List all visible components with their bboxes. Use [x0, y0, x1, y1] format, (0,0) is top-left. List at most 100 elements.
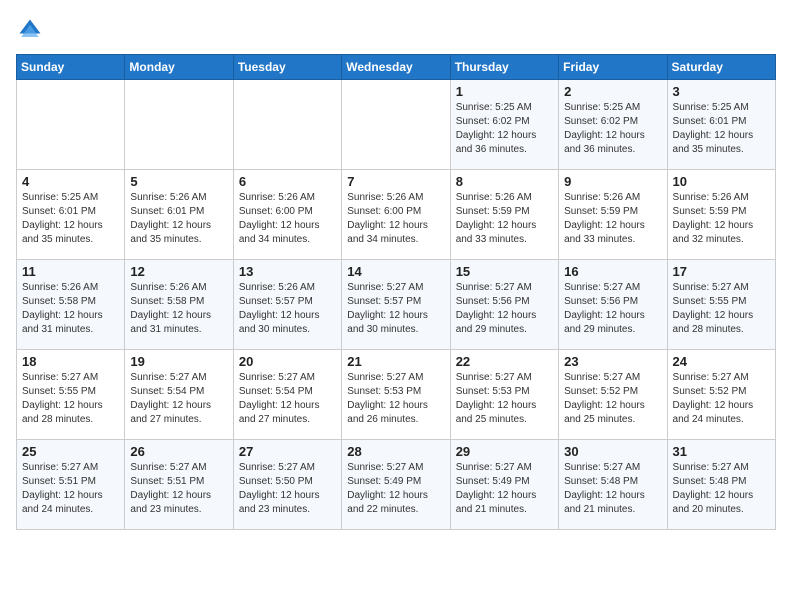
day-number: 14	[347, 264, 444, 279]
day-number: 23	[564, 354, 661, 369]
day-number: 25	[22, 444, 119, 459]
day-info: Sunrise: 5:25 AM Sunset: 6:02 PM Dayligh…	[456, 101, 553, 157]
header-cell-tuesday: Tuesday	[233, 55, 341, 80]
day-number: 21	[347, 354, 444, 369]
day-cell: 27Sunrise: 5:27 AM Sunset: 5:50 PM Dayli…	[233, 440, 341, 530]
day-number: 22	[456, 354, 553, 369]
day-number: 3	[673, 84, 770, 99]
day-cell: 22 Sunrise: 5:27 AM Sunset: 5:53 PM Dayli…	[450, 350, 558, 440]
day-cell	[233, 80, 341, 170]
day-cell	[342, 80, 450, 170]
day-cell: 1Sunrise: 5:25 AM Sunset: 6:02 PM Daylig…	[450, 80, 558, 170]
day-cell	[125, 80, 233, 170]
day-number: 31	[673, 444, 770, 459]
day-cell: 14 Sunrise: 5:27 AM Sunset: 5:57 PM Dayli…	[342, 260, 450, 350]
day-cell: 2 Sunrise: 5:25 AM Sunset: 6:02 PM Daylig…	[559, 80, 667, 170]
day-info: Sunrise: 5:27 AM Sunset: 5:52 PM Dayligh…	[564, 371, 661, 427]
day-number: 20	[239, 354, 336, 369]
day-info: Sunrise: 5:26 AM Sunset: 5:58 PM Dayligh…	[22, 281, 119, 337]
day-info: Sunrise: 5:26 AM Sunset: 6:00 PM Dayligh…	[347, 191, 444, 247]
day-number: 12	[130, 264, 227, 279]
week-row-3: 11 Sunrise: 5:26 AM Sunset: 5:58 PM Dayli…	[17, 260, 776, 350]
day-info: Sunrise: 5:27 AM Sunset: 5:51 PM Dayligh…	[22, 461, 119, 517]
day-cell: 25 Sunrise: 5:27 AM Sunset: 5:51 PM Dayli…	[17, 440, 125, 530]
day-cell: 9 Sunrise: 5:26 AM Sunset: 5:59 PM Daylig…	[559, 170, 667, 260]
logo	[16, 16, 48, 44]
week-row-2: 4 Sunrise: 5:25 AM Sunset: 6:01 PM Daylig…	[17, 170, 776, 260]
day-info: Sunrise: 5:27 AM Sunset: 5:48 PM Dayligh…	[564, 461, 661, 517]
day-cell: 29 Sunrise: 5:27 AM Sunset: 5:49 PM Dayli…	[450, 440, 558, 530]
header-row: SundayMondayTuesdayWednesdayThursdayFrid…	[17, 55, 776, 80]
day-number: 11	[22, 264, 119, 279]
day-info: Sunrise: 5:26 AM Sunset: 6:00 PM Dayligh…	[239, 191, 336, 247]
day-info: Sunrise: 5:26 AM Sunset: 5:59 PM Dayligh…	[456, 191, 553, 247]
day-info: Sunrise: 5:27 AM Sunset: 5:57 PM Dayligh…	[347, 281, 444, 337]
day-cell: 6 Sunrise: 5:26 AM Sunset: 6:00 PM Daylig…	[233, 170, 341, 260]
day-cell: 17 Sunrise: 5:27 AM Sunset: 5:55 PM Dayli…	[667, 260, 775, 350]
day-cell: 11 Sunrise: 5:26 AM Sunset: 5:58 PM Dayli…	[17, 260, 125, 350]
week-row-4: 18 Sunrise: 5:27 AM Sunset: 5:55 PM Dayli…	[17, 350, 776, 440]
header-cell-wednesday: Wednesday	[342, 55, 450, 80]
day-info: Sunrise: 5:27 AM Sunset: 5:51 PM Dayligh…	[130, 461, 227, 517]
day-cell: 28Sunrise: 5:27 AM Sunset: 5:49 PM Dayli…	[342, 440, 450, 530]
day-number: 13	[239, 264, 336, 279]
page-header	[16, 16, 776, 44]
day-cell	[17, 80, 125, 170]
day-cell: 16Sunrise: 5:27 AM Sunset: 5:56 PM Dayli…	[559, 260, 667, 350]
week-row-1: 1Sunrise: 5:25 AM Sunset: 6:02 PM Daylig…	[17, 80, 776, 170]
day-number: 26	[130, 444, 227, 459]
day-cell: 30 Sunrise: 5:27 AM Sunset: 5:48 PM Dayli…	[559, 440, 667, 530]
day-info: Sunrise: 5:26 AM Sunset: 6:01 PM Dayligh…	[130, 191, 227, 247]
day-info: Sunrise: 5:26 AM Sunset: 5:59 PM Dayligh…	[564, 191, 661, 247]
day-number: 17	[673, 264, 770, 279]
header-cell-thursday: Thursday	[450, 55, 558, 80]
day-number: 4	[22, 174, 119, 189]
day-info: Sunrise: 5:27 AM Sunset: 5:52 PM Dayligh…	[673, 371, 770, 427]
day-cell: 8 Sunrise: 5:26 AM Sunset: 5:59 PM Daylig…	[450, 170, 558, 260]
day-info: Sunrise: 5:25 AM Sunset: 6:01 PM Dayligh…	[22, 191, 119, 247]
day-info: Sunrise: 5:27 AM Sunset: 5:53 PM Dayligh…	[456, 371, 553, 427]
day-number: 6	[239, 174, 336, 189]
day-cell: 26 Sunrise: 5:27 AM Sunset: 5:51 PM Dayli…	[125, 440, 233, 530]
day-cell: 13 Sunrise: 5:26 AM Sunset: 5:57 PM Dayli…	[233, 260, 341, 350]
calendar-table: SundayMondayTuesdayWednesdayThursdayFrid…	[16, 54, 776, 530]
day-info: Sunrise: 5:26 AM Sunset: 5:59 PM Dayligh…	[673, 191, 770, 247]
day-number: 8	[456, 174, 553, 189]
day-cell: 7Sunrise: 5:26 AM Sunset: 6:00 PM Daylig…	[342, 170, 450, 260]
header-cell-saturday: Saturday	[667, 55, 775, 80]
day-cell: 31Sunrise: 5:27 AM Sunset: 5:48 PM Dayli…	[667, 440, 775, 530]
day-info: Sunrise: 5:26 AM Sunset: 5:58 PM Dayligh…	[130, 281, 227, 337]
day-info: Sunrise: 5:27 AM Sunset: 5:49 PM Dayligh…	[347, 461, 444, 517]
day-info: Sunrise: 5:25 AM Sunset: 6:02 PM Dayligh…	[564, 101, 661, 157]
day-number: 2	[564, 84, 661, 99]
day-number: 24	[673, 354, 770, 369]
day-info: Sunrise: 5:26 AM Sunset: 5:57 PM Dayligh…	[239, 281, 336, 337]
day-info: Sunrise: 5:27 AM Sunset: 5:54 PM Dayligh…	[130, 371, 227, 427]
day-number: 5	[130, 174, 227, 189]
day-number: 30	[564, 444, 661, 459]
day-number: 10	[673, 174, 770, 189]
day-cell: 23 Sunrise: 5:27 AM Sunset: 5:52 PM Dayli…	[559, 350, 667, 440]
header-cell-monday: Monday	[125, 55, 233, 80]
day-number: 19	[130, 354, 227, 369]
header-cell-sunday: Sunday	[17, 55, 125, 80]
day-info: Sunrise: 5:25 AM Sunset: 6:01 PM Dayligh…	[673, 101, 770, 157]
day-number: 29	[456, 444, 553, 459]
day-info: Sunrise: 5:27 AM Sunset: 5:56 PM Dayligh…	[564, 281, 661, 337]
day-cell: 10 Sunrise: 5:26 AM Sunset: 5:59 PM Dayli…	[667, 170, 775, 260]
day-cell: 21 Sunrise: 5:27 AM Sunset: 5:53 PM Dayli…	[342, 350, 450, 440]
day-number: 18	[22, 354, 119, 369]
day-info: Sunrise: 5:27 AM Sunset: 5:53 PM Dayligh…	[347, 371, 444, 427]
day-info: Sunrise: 5:27 AM Sunset: 5:56 PM Dayligh…	[456, 281, 553, 337]
day-info: Sunrise: 5:27 AM Sunset: 5:54 PM Dayligh…	[239, 371, 336, 427]
logo-icon	[16, 16, 44, 44]
day-cell: 20 Sunrise: 5:27 AM Sunset: 5:54 PM Dayli…	[233, 350, 341, 440]
day-cell: 24 Sunrise: 5:27 AM Sunset: 5:52 PM Dayli…	[667, 350, 775, 440]
week-row-5: 25 Sunrise: 5:27 AM Sunset: 5:51 PM Dayli…	[17, 440, 776, 530]
day-info: Sunrise: 5:27 AM Sunset: 5:55 PM Dayligh…	[22, 371, 119, 427]
header-cell-friday: Friday	[559, 55, 667, 80]
day-info: Sunrise: 5:27 AM Sunset: 5:55 PM Dayligh…	[673, 281, 770, 337]
day-number: 9	[564, 174, 661, 189]
day-cell: 18 Sunrise: 5:27 AM Sunset: 5:55 PM Dayli…	[17, 350, 125, 440]
day-info: Sunrise: 5:27 AM Sunset: 5:49 PM Dayligh…	[456, 461, 553, 517]
